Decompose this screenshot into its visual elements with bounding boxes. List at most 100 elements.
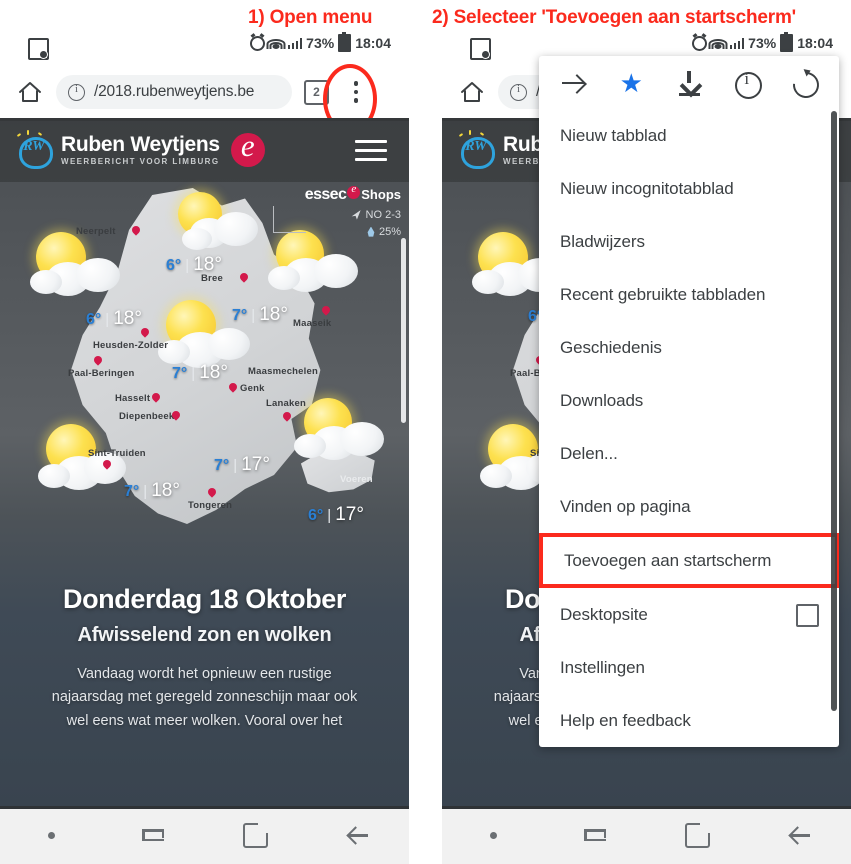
city-label: Maaseik (293, 318, 332, 329)
site-brand: Ruben Weytjens WEERBERICHT VOOR LIMBURG (61, 134, 220, 166)
url-text: /2018.rubenweytjens.be (94, 83, 255, 100)
city-marker (320, 304, 332, 316)
temperature-pair: 7° | 18° (124, 480, 180, 501)
city-label: Neerpelt (76, 226, 116, 237)
battery-percent: 73% (306, 35, 335, 51)
city-label: Tongeren (188, 500, 233, 511)
android-nav-bar-left (0, 806, 409, 864)
url-bar[interactable]: /2018.rubenweytjens.be (56, 75, 292, 109)
rw-logo-icon: RW (455, 130, 497, 170)
battery-icon (780, 32, 794, 52)
precipitation-value: 25% (378, 226, 401, 238)
menu-item-help-feedback[interactable]: Help en feedback (539, 694, 839, 747)
site-header: RW Ruben Weytjens WEERBERICHT VOOR LIMBU… (0, 118, 409, 182)
city-label: Heusden-Zolder (93, 340, 169, 351)
android-nav-bar-right (442, 806, 851, 864)
page-info-icon[interactable] (733, 70, 763, 99)
home-icon[interactable] (460, 81, 484, 103)
overflow-menu-icon[interactable] (343, 77, 369, 107)
menu-item-find-in-page[interactable]: Vinden op pagina (539, 480, 839, 533)
signal-icon (287, 37, 303, 49)
rw-monogram: RW (465, 139, 487, 154)
sponsor-widget: essec Shops NO 2-3 25% (272, 183, 401, 238)
notification-dot-icon[interactable] (0, 831, 102, 839)
battery-icon (338, 32, 352, 52)
annotation-step-2: 2) Selecteer 'Toevoegen aan startscherm' (432, 7, 796, 28)
page-info-icon[interactable] (68, 83, 85, 101)
page-scrollbar[interactable] (401, 238, 406, 423)
back-arrow-icon[interactable] (307, 824, 409, 846)
wind-readout: NO 2-3 (305, 209, 401, 221)
sponsor-e-icon (347, 183, 361, 199)
temperature-pair: 6° | 18° (166, 254, 222, 275)
menu-item-add-to-home-screen[interactable]: Toevoegen aan startscherm (539, 533, 839, 588)
essec-e-logo-icon (230, 128, 265, 167)
battery-percent: 73% (748, 35, 777, 51)
page-info-icon[interactable] (510, 83, 527, 101)
city-label: Sint-Truiden (88, 448, 146, 459)
forecast-headline-block: Donderdag 18 Oktober Afwisselend zon en … (0, 584, 409, 733)
menu-scrollbar[interactable] (831, 111, 837, 711)
sponsor-brand: essec (304, 186, 347, 203)
rw-logo-icon: RW (13, 130, 55, 170)
phone-screenshot-right: 73% 18:04 /2018.rubenweytjens.be (442, 30, 851, 864)
menu-item-label: Desktopsite (560, 604, 648, 624)
raindrop-icon (367, 226, 375, 237)
clock-time: 18:04 (797, 35, 833, 51)
status-bar-indicators: 73% 18:04 (691, 32, 833, 52)
brand-name: Ruben Weytjens (61, 133, 220, 156)
screenshot-icon (470, 38, 491, 60)
temperature-pair: 6° | 18° (86, 308, 142, 329)
tab-counter-button[interactable]: 2 (304, 79, 329, 105)
notification-dot-icon[interactable] (442, 831, 544, 839)
forward-icon[interactable] (560, 70, 587, 97)
rw-monogram: RW (23, 139, 45, 154)
home-icon[interactable] (18, 81, 42, 103)
alarm-icon (691, 35, 707, 51)
clock-time: 18:04 (355, 35, 391, 51)
recents-icon[interactable] (102, 826, 204, 844)
menu-item-history[interactable]: Geschiedenis (539, 321, 839, 374)
weather-map: essecShops NO 2-3 25% Neerpelt Bree (0, 182, 409, 582)
hamburger-menu-icon[interactable] (355, 140, 387, 161)
city-label: Voeren (340, 474, 373, 485)
bookmark-star-icon[interactable]: ★ (618, 70, 645, 97)
city-label: Diepenbeek (119, 411, 175, 422)
menu-item-bookmarks[interactable]: Bladwijzers (539, 215, 839, 268)
menu-item-new-tab[interactable]: Nieuw tabblad (539, 109, 839, 162)
status-bar-indicators: 73% 18:04 (249, 32, 391, 52)
sponsor-suffix: Shops (361, 187, 401, 202)
temperature-pair: 6° | 17° (308, 504, 364, 525)
screenshot-stage: 1) Open menu 2) Selecteer 'Toevoegen aan… (0, 0, 851, 864)
recents-icon[interactable] (544, 826, 646, 844)
back-arrow-icon[interactable] (749, 824, 851, 846)
brand-subtitle: WEERBERICHT VOOR LIMBURG (61, 157, 220, 166)
menu-item-desktop-site[interactable]: Desktopsite (539, 588, 839, 641)
phone-screenshot-left: 73% 18:04 /2018.rubenweytjens.be 2 (0, 30, 409, 864)
home-square-icon[interactable] (647, 820, 749, 848)
forecast-day: Donderdag 18 Oktober (62, 584, 347, 614)
wifi-icon (708, 37, 728, 49)
menu-item-settings[interactable]: Instellingen (539, 641, 839, 694)
menu-item-new-incognito-tab[interactable]: Nieuw incognitotabblad (539, 162, 839, 215)
menu-item-downloads[interactable]: Downloads (539, 374, 839, 427)
wind-icon (351, 210, 361, 220)
alarm-icon (249, 35, 265, 51)
status-bar-left: 73% 18:04 (0, 30, 409, 66)
temperature-pair: 7° | 18° (172, 362, 228, 383)
temperature-pair: 7° | 18° (232, 304, 288, 325)
screenshot-icon (28, 38, 49, 60)
home-square-icon[interactable] (205, 820, 307, 848)
menu-item-recent-tabs[interactable]: Recent gebruikte tabbladen (539, 268, 839, 321)
weather-icon-north (168, 192, 260, 254)
menu-item-share[interactable]: Delen... (539, 427, 839, 480)
web-page-viewport-left: RW Ruben Weytjens WEERBERICHT VOOR LIMBU… (0, 118, 409, 806)
download-icon[interactable] (676, 70, 703, 97)
annotation-step-1: 1) Open menu (248, 7, 373, 28)
menu-icon-toolbar: ★ (539, 56, 839, 109)
forecast-summary: Afwisselend zon en wolken (77, 624, 332, 646)
desktop-site-checkbox[interactable] (796, 604, 819, 627)
reload-icon[interactable] (787, 66, 825, 104)
city-label: Genk (240, 383, 265, 394)
weather-icon-northeast (258, 230, 362, 296)
